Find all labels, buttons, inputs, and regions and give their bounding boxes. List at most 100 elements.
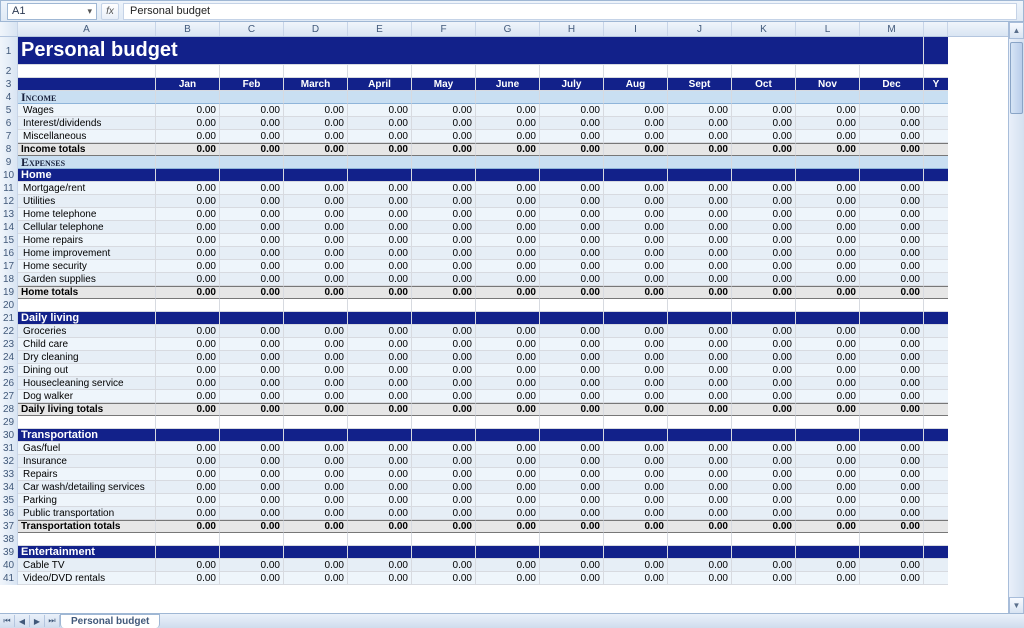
cell[interactable] (924, 117, 948, 130)
cell[interactable]: 0.00 (412, 130, 476, 143)
cell[interactable]: 0.00 (732, 182, 796, 195)
cell[interactable] (924, 130, 948, 143)
cell[interactable]: 0.00 (284, 351, 348, 364)
cell[interactable] (604, 91, 668, 104)
cell[interactable] (604, 312, 668, 325)
cell[interactable]: 0.00 (604, 182, 668, 195)
cell[interactable]: 0.00 (412, 221, 476, 234)
cell[interactable] (924, 442, 948, 455)
cell[interactable] (220, 91, 284, 104)
cell[interactable]: 0.00 (476, 364, 540, 377)
cell[interactable]: 0.00 (860, 455, 924, 468)
cell[interactable]: 0.00 (540, 117, 604, 130)
cell[interactable]: 0.00 (860, 130, 924, 143)
cell[interactable]: 0.00 (796, 520, 860, 533)
cell[interactable]: 0.00 (604, 208, 668, 221)
cell[interactable]: 0.00 (732, 130, 796, 143)
cell[interactable]: 0.00 (220, 325, 284, 338)
cell[interactable]: 0.00 (412, 390, 476, 403)
cell[interactable]: 0.00 (604, 273, 668, 286)
cell[interactable] (668, 91, 732, 104)
cell[interactable]: 0.00 (604, 104, 668, 117)
cell[interactable]: 0.00 (156, 130, 220, 143)
cell[interactable]: 0.00 (284, 104, 348, 117)
row-header[interactable]: 17 (0, 260, 18, 273)
cell[interactable]: 0.00 (476, 338, 540, 351)
cell[interactable]: 0.00 (284, 468, 348, 481)
cell[interactable]: 0.00 (668, 572, 732, 585)
cell[interactable]: 0.00 (476, 351, 540, 364)
cell[interactable] (924, 234, 948, 247)
cell[interactable]: 0.00 (412, 234, 476, 247)
cell[interactable]: 0.00 (668, 104, 732, 117)
cell[interactable]: 0.00 (348, 364, 412, 377)
cell[interactable]: 0.00 (668, 247, 732, 260)
cell[interactable]: Aug (604, 78, 668, 91)
cell[interactable]: Dec (860, 78, 924, 91)
cell[interactable]: 0.00 (540, 208, 604, 221)
cell[interactable] (412, 91, 476, 104)
cell[interactable]: 0.00 (860, 182, 924, 195)
cell[interactable]: May (412, 78, 476, 91)
cell[interactable]: 0.00 (348, 520, 412, 533)
cell[interactable]: 0.00 (412, 494, 476, 507)
cell[interactable] (348, 429, 412, 442)
cell[interactable]: Jan (156, 78, 220, 91)
cell[interactable]: 0.00 (220, 455, 284, 468)
cell[interactable]: 0.00 (540, 286, 604, 299)
cell[interactable] (476, 416, 540, 429)
cell[interactable] (796, 65, 860, 78)
cell[interactable] (924, 416, 948, 429)
cell[interactable] (348, 312, 412, 325)
cell[interactable] (412, 533, 476, 546)
cell[interactable]: 0.00 (668, 455, 732, 468)
column-header[interactable]: E (348, 22, 412, 36)
cell[interactable]: 0.00 (284, 208, 348, 221)
cell[interactable]: 0.00 (604, 390, 668, 403)
cell[interactable] (284, 429, 348, 442)
cell[interactable] (732, 91, 796, 104)
cell[interactable]: 0.00 (284, 130, 348, 143)
cell[interactable] (860, 65, 924, 78)
cell[interactable]: 0.00 (220, 247, 284, 260)
select-all-corner[interactable] (0, 22, 18, 36)
cell[interactable]: 0.00 (732, 390, 796, 403)
cell[interactable]: 0.00 (156, 572, 220, 585)
cell[interactable]: 0.00 (860, 143, 924, 156)
cell[interactable]: 0.00 (156, 559, 220, 572)
row-label[interactable]: Daily living (18, 312, 156, 325)
row-header[interactable]: 39 (0, 546, 18, 559)
cell[interactable] (284, 533, 348, 546)
cell[interactable]: 0.00 (476, 208, 540, 221)
cell[interactable]: 0.00 (732, 286, 796, 299)
cell[interactable]: 0.00 (860, 494, 924, 507)
cell[interactable] (220, 156, 284, 169)
row-header[interactable]: 9 (0, 156, 18, 169)
cell[interactable]: 0.00 (476, 481, 540, 494)
cell[interactable] (476, 312, 540, 325)
tab-nav-prev-icon[interactable]: ◀ (15, 615, 30, 627)
cell[interactable] (796, 299, 860, 312)
cell[interactable]: 0.00 (540, 390, 604, 403)
cell[interactable]: 0.00 (220, 559, 284, 572)
cell[interactable]: 0.00 (412, 468, 476, 481)
row-label[interactable]: Wages (18, 104, 156, 117)
cell[interactable] (476, 91, 540, 104)
cell[interactable]: 0.00 (348, 455, 412, 468)
cell[interactable]: 0.00 (540, 403, 604, 416)
cell[interactable]: 0.00 (540, 507, 604, 520)
row-label[interactable] (18, 416, 156, 429)
row-header[interactable]: 19 (0, 286, 18, 299)
cell[interactable]: 0.00 (860, 468, 924, 481)
cell[interactable] (924, 37, 948, 65)
cell[interactable]: 0.00 (156, 351, 220, 364)
cell[interactable]: 0.00 (860, 325, 924, 338)
row-header[interactable]: 2 (0, 65, 18, 78)
cell[interactable]: 0.00 (220, 208, 284, 221)
cell[interactable]: 0.00 (156, 104, 220, 117)
row-header[interactable]: 35 (0, 494, 18, 507)
cell[interactable] (796, 546, 860, 559)
cell[interactable]: 0.00 (732, 572, 796, 585)
cell[interactable] (284, 156, 348, 169)
row-header[interactable]: 16 (0, 247, 18, 260)
